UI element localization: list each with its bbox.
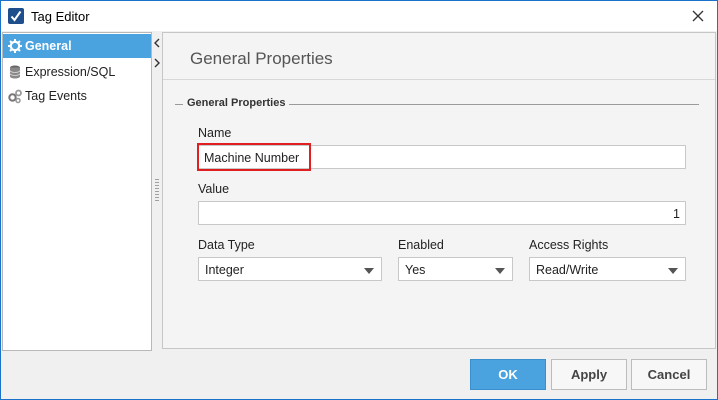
window-title: Tag Editor (31, 9, 90, 24)
app-check-icon (8, 8, 24, 24)
sidebar: General Expression/SQL Tag Events (2, 32, 152, 351)
collapse-left-button[interactable] (152, 36, 162, 48)
enabled-select[interactable]: Yes (398, 257, 513, 281)
close-button[interactable] (683, 3, 713, 29)
gear-icon (7, 38, 23, 54)
enabled-value: Yes (405, 263, 426, 277)
sidebar-item-expression-sql[interactable]: Expression/SQL (3, 60, 151, 84)
sidebar-item-label: Tag Events (25, 89, 87, 103)
enabled-label: Enabled (398, 238, 444, 252)
data-type-select[interactable]: Integer (198, 257, 382, 281)
chevron-left-icon (154, 38, 160, 48)
expand-right-button[interactable] (152, 56, 162, 68)
apply-button[interactable]: Apply (551, 359, 627, 390)
data-type-label: Data Type (198, 238, 255, 252)
tag-editor-window: Tag Editor General Expression/SQL Tag Ev… (0, 0, 718, 400)
value-input[interactable]: 1 (198, 201, 686, 225)
dropdown-arrow-icon (668, 268, 678, 274)
name-label: Name (198, 126, 232, 140)
sidebar-item-general[interactable]: General (3, 34, 151, 58)
access-rights-value: Read/Write (536, 263, 599, 277)
panel-divider (163, 79, 715, 80)
database-icon (7, 64, 23, 80)
data-type-value: Integer (205, 263, 244, 277)
chevron-right-icon (154, 58, 160, 68)
gears-icon (7, 88, 23, 104)
cancel-button[interactable]: Cancel (631, 359, 707, 390)
access-rights-label: Access Rights (529, 238, 609, 252)
name-highlight-box (197, 143, 311, 171)
splitter-grip-handle[interactable] (155, 179, 159, 203)
title-bar: Tag Editor (1, 1, 717, 31)
sidebar-item-tag-events[interactable]: Tag Events (3, 84, 151, 108)
sidebar-item-label: General (25, 39, 72, 53)
group-title: General Properties (183, 97, 290, 109)
panel-title: General Properties (190, 49, 333, 68)
close-icon (692, 10, 704, 22)
ok-button[interactable]: OK (470, 359, 546, 390)
access-rights-select[interactable]: Read/Write (529, 257, 686, 281)
value-label: Value (198, 182, 230, 196)
dropdown-arrow-icon (364, 268, 374, 274)
sidebar-item-label: Expression/SQL (25, 65, 116, 79)
dropdown-arrow-icon (495, 268, 505, 274)
properties-panel: General Properties General Properties Na… (162, 32, 716, 349)
